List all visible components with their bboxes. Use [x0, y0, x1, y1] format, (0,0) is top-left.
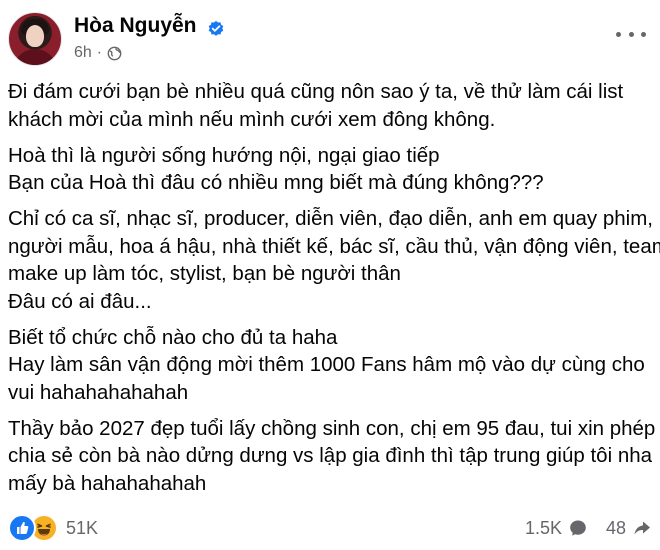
- reactions-summary[interactable]: 51K: [8, 512, 98, 544]
- shares-stat[interactable]: 48: [606, 518, 652, 539]
- text-line: mấy bà hahahahahah: [8, 471, 207, 495]
- avatar-face: [26, 25, 44, 47]
- text-line: Đâu có ai đâu...: [8, 289, 152, 313]
- more-dot-icon: [616, 31, 621, 37]
- text-line: make up làm tóc, stylist, bạn bè người t…: [8, 262, 401, 285]
- author-name[interactable]: Hòa Nguyễn: [74, 14, 197, 38]
- more-options-button[interactable]: [616, 24, 646, 44]
- post-header: Hòa Nguyễn 6h ·: [8, 8, 652, 68]
- post-card: Hòa Nguyễn 6h · Đi đám cưới bạn bè nhiều…: [0, 0, 660, 550]
- meta-separator: ·: [96, 44, 103, 61]
- post-footer: 51K 1.5K 48: [8, 512, 652, 544]
- comments-count: 1.5K: [524, 517, 562, 538]
- more-dot-icon: [641, 31, 646, 37]
- post-time[interactable]: 6h: [74, 44, 92, 62]
- like-reaction-icon: [8, 514, 36, 542]
- post-paragraph: Hoà thì là người sống hướng nội, ngại gi…: [8, 142, 652, 197]
- globe-icon[interactable]: [107, 46, 122, 61]
- shares-count: 48: [605, 517, 626, 538]
- text-line: Thầy bảo 2027 đẹp tuổi lấy chồng sinh co…: [8, 416, 656, 440]
- reaction-count: 51K: [66, 517, 99, 538]
- avatar-shoulders: [13, 49, 57, 65]
- engagement-stats: 1.5K 48: [525, 512, 652, 544]
- post-paragraph: Biết tổ chức chỗ nào cho đủ ta haha Hay …: [8, 324, 652, 407]
- post-meta: 6h ·: [74, 43, 122, 63]
- text-line: vui hahahahahahah: [8, 380, 189, 404]
- text-line: khách mời của mình nếu mình cưới xem đôn…: [8, 107, 496, 131]
- text-line: Đi đám cưới bạn bè nhiều quá cũng nôn sa…: [8, 80, 624, 103]
- comment-icon: [570, 520, 586, 536]
- text-line: Hay làm sân vận động mời thêm 1000 Fans …: [8, 353, 645, 376]
- text-line: Biết tổ chức chỗ nào cho đủ ta haha: [8, 325, 338, 349]
- text-line: Bạn của Hoà thì đâu có nhiều mng biết mà…: [8, 171, 544, 194]
- text-line: chia sẻ còn bà nào dửng dưng vs lập gia …: [8, 444, 653, 467]
- text-line: người mẫu, hoa á hậu, nhà thiết kế, bác …: [8, 234, 660, 258]
- post-paragraph: Chỉ có ca sĩ, nhạc sĩ, producer, diễn vi…: [8, 205, 660, 315]
- post-text: Đi đám cưới bạn bè nhiều quá cũng nôn sa…: [8, 78, 660, 506]
- verified-badge-icon: [208, 20, 224, 36]
- comments-stat[interactable]: 1.5K: [525, 518, 588, 539]
- post-paragraph: Thầy bảo 2027 đẹp tuổi lấy chồng sinh co…: [8, 415, 656, 498]
- more-dot-icon: [628, 31, 634, 37]
- text-line: Chỉ có ca sĩ, nhạc sĩ, producer, diễn vi…: [8, 207, 653, 230]
- share-icon: [634, 521, 650, 535]
- post-paragraph: Đi đám cưới bạn bè nhiều quá cũng nôn sa…: [8, 78, 652, 133]
- text-line: Hoà thì là người sống hướng nội, ngại gi…: [8, 143, 440, 167]
- author-avatar[interactable]: [8, 12, 62, 66]
